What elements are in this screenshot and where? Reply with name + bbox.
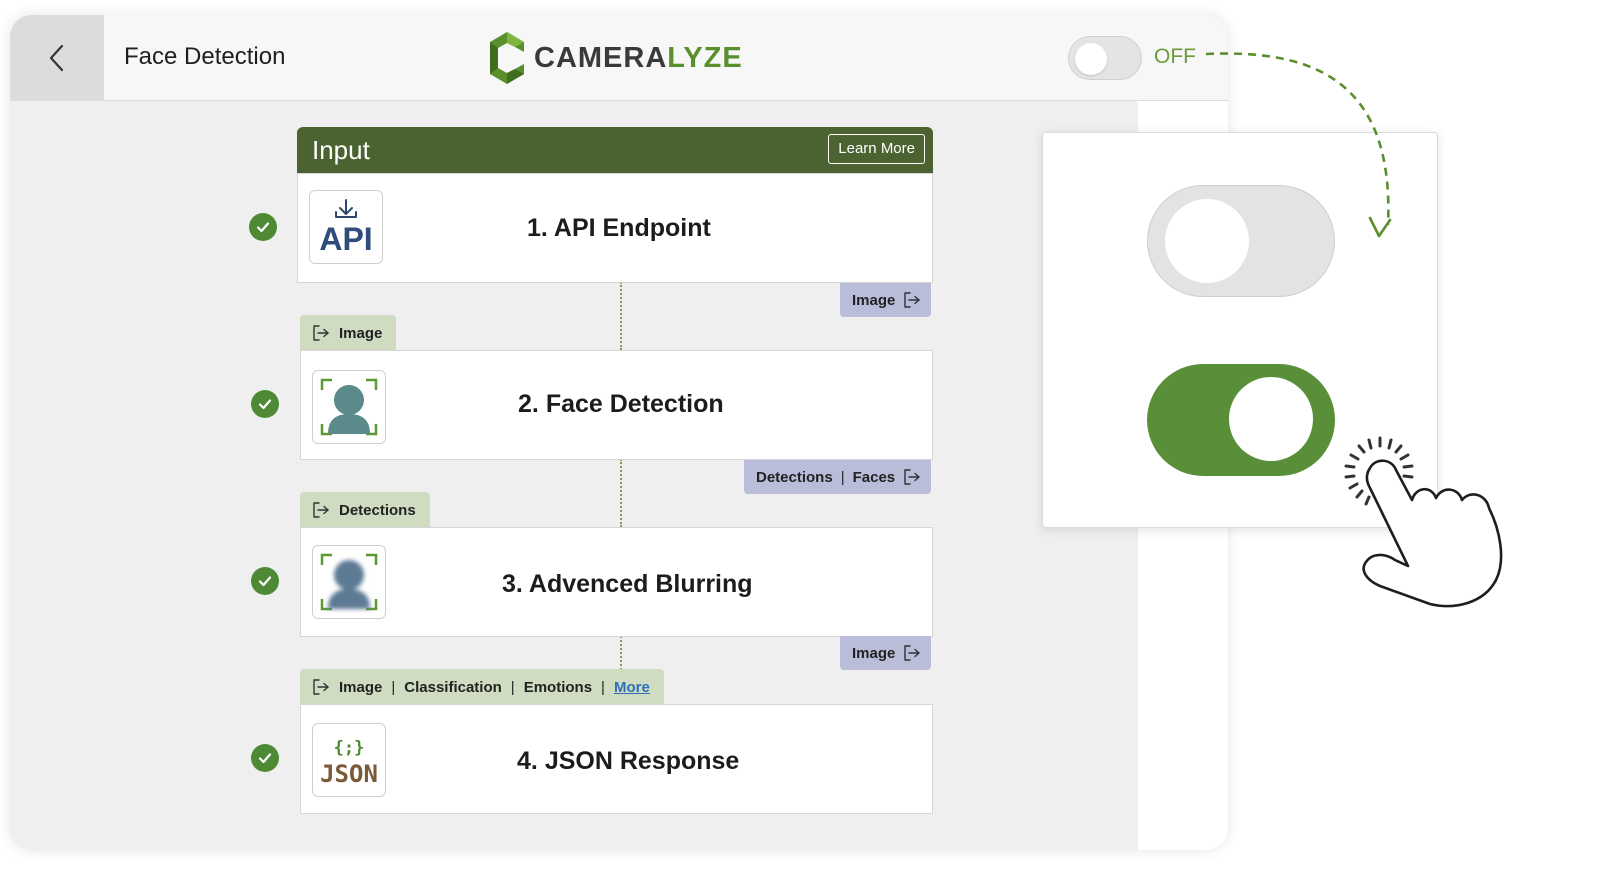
toggle-off-example[interactable] — [1147, 185, 1335, 297]
chevron-left-icon — [49, 44, 64, 72]
separator: | — [601, 678, 605, 696]
brand-part-1: CAMERA — [534, 41, 668, 74]
input-tag: Image — [300, 315, 397, 351]
json-icon: {;} JSON — [312, 723, 386, 797]
api-icon-text: API — [319, 221, 372, 257]
input-label: Classification — [404, 678, 502, 696]
output-label: Faces — [852, 468, 896, 486]
brand-part-2: LYZE — [667, 41, 743, 74]
pipeline-step-json-response[interactable]: {;} JSON 4. JSON Response — [300, 704, 933, 814]
json-icon-text: JSON — [320, 760, 378, 788]
check-icon — [251, 567, 279, 595]
blurred-face-icon — [312, 545, 386, 619]
step-number: 2. — [518, 390, 539, 418]
output-label: Image — [852, 291, 896, 309]
input-tag: Detections — [300, 492, 430, 528]
api-icon: API — [309, 190, 383, 264]
brand-logo: CAMERALYZE — [488, 30, 743, 86]
toggle-demo-popup — [1042, 132, 1438, 528]
pipeline-toggle[interactable] — [1068, 36, 1142, 80]
output-label: Image — [852, 644, 896, 662]
output-tag: Image — [840, 636, 932, 670]
separator: | — [840, 468, 845, 486]
input-label: Image — [339, 324, 383, 342]
step-name: API Endpoint — [553, 214, 711, 242]
page-title: Face Detection — [124, 43, 286, 70]
brand-wordmark: CAMERALYZE — [534, 42, 743, 75]
step-title: 3. Advenced Blurring — [502, 570, 753, 599]
pipeline-step-face-detection[interactable]: 2. Face Detection — [300, 350, 933, 460]
output-label: Detections — [756, 468, 833, 486]
input-arrow-icon — [313, 502, 329, 518]
connector-line — [620, 459, 622, 527]
output-arrow-icon — [904, 292, 921, 308]
pipeline-step-advanced-blurring[interactable]: 3. Advenced Blurring — [300, 527, 933, 637]
toggle-on-example[interactable] — [1147, 364, 1335, 476]
step-number: 4. — [517, 747, 538, 775]
face-detection-icon — [312, 370, 386, 444]
output-arrow-icon — [904, 645, 921, 661]
connector-line — [620, 282, 622, 350]
output-tag: Detections | Faces — [744, 460, 932, 494]
step-name: Advenced Blurring — [528, 570, 753, 598]
input-label: Image — [339, 678, 383, 696]
pipeline-step-api-endpoint[interactable]: API 1. API Endpoint — [297, 173, 933, 283]
more-inputs-link[interactable]: More — [614, 679, 650, 696]
toggle-knob — [1165, 199, 1249, 283]
toggle-state-label: OFF — [1154, 45, 1196, 68]
input-section-header: Input Learn More — [297, 127, 933, 173]
step-title: 1. API Endpoint — [527, 214, 711, 243]
separator: | — [510, 678, 515, 696]
back-button[interactable] — [10, 15, 104, 101]
connector-line — [620, 636, 622, 670]
learn-more-button[interactable]: Learn More — [828, 134, 925, 164]
separator: | — [391, 678, 396, 696]
step-name: JSON Response — [544, 747, 740, 775]
step-number: 1. — [527, 214, 548, 242]
toggle-knob — [1229, 377, 1313, 461]
step-title: 2. Face Detection — [518, 390, 724, 419]
output-arrow-icon — [904, 469, 920, 485]
step-name: Face Detection — [545, 390, 724, 418]
step-number: 3. — [502, 570, 523, 598]
input-section-title: Input — [312, 135, 370, 165]
app-header: Face Detection CAMERALYZE OFF — [10, 15, 1228, 101]
toggle-knob — [1075, 43, 1107, 75]
input-label: Emotions — [523, 678, 593, 696]
input-arrow-icon — [313, 325, 329, 341]
output-tag: Image — [840, 283, 932, 317]
camerlyze-logo-icon — [490, 32, 524, 84]
step-title: 4. JSON Response — [517, 747, 739, 776]
json-brace-text: {;} — [334, 738, 365, 758]
input-label: Detections — [339, 501, 416, 519]
input-tag: Image | Classification | Emotions | More — [300, 669, 664, 705]
check-icon — [249, 213, 277, 241]
check-icon — [251, 390, 279, 418]
check-icon — [251, 744, 279, 772]
input-arrow-icon — [313, 679, 329, 695]
